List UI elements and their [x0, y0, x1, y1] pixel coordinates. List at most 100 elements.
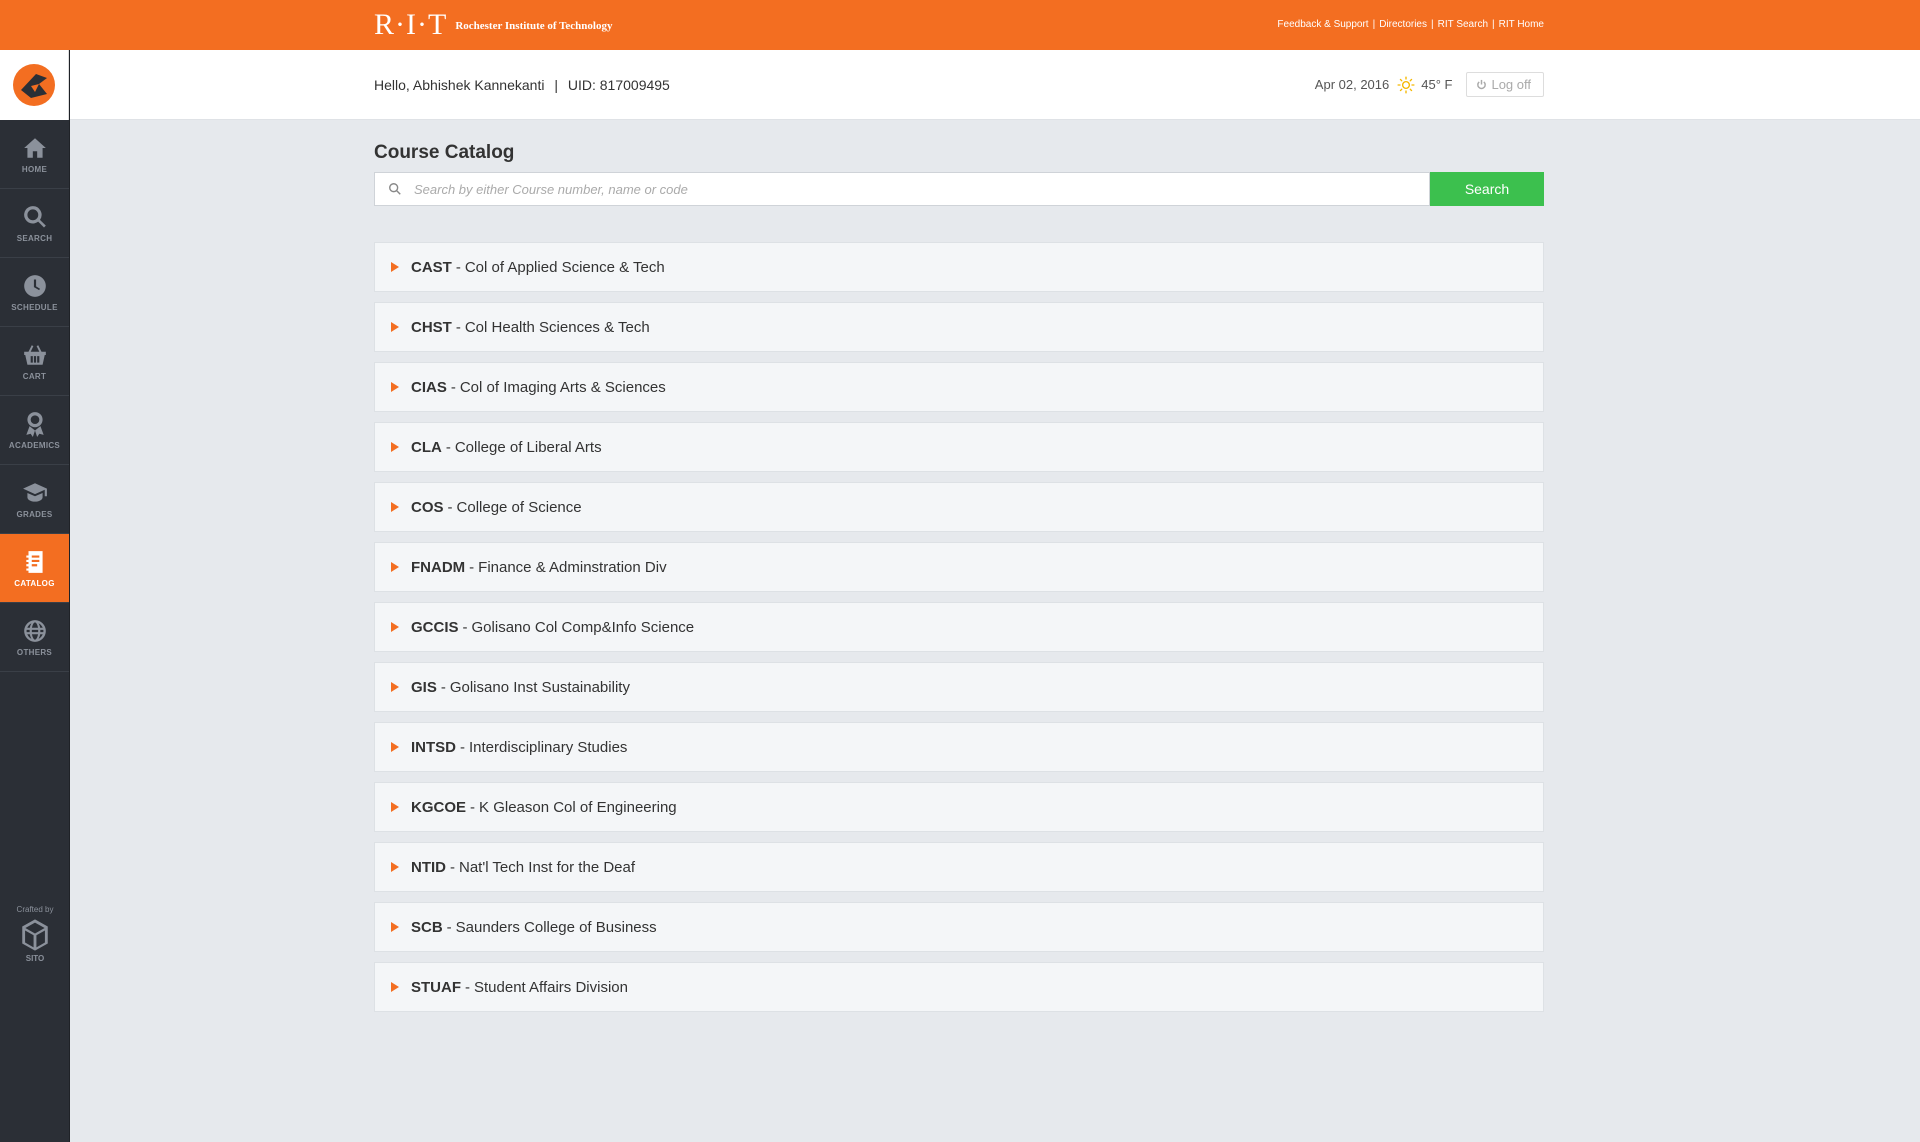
- college-item[interactable]: SCB - Saunders College of Business: [374, 902, 1544, 952]
- expand-caret-icon: [391, 502, 399, 512]
- college-item[interactable]: STUAF - Student Affairs Division: [374, 962, 1544, 1012]
- college-code: GCCIS: [411, 618, 459, 636]
- catalog-search: Search: [374, 172, 1544, 206]
- expand-caret-icon: [391, 922, 399, 932]
- greeting-separator: |: [554, 77, 558, 93]
- sidebar-item-grades[interactable]: GRADES: [0, 465, 69, 534]
- brand-mark: R·I·T: [374, 8, 448, 41]
- crafted-by-name: SITO: [25, 954, 45, 963]
- sidebar-item-label: GRADES: [16, 509, 53, 519]
- sidebar-item-label: OTHERS: [16, 647, 53, 657]
- sidebar-item-others[interactable]: OTHERS: [0, 603, 69, 672]
- app-logo-icon: [13, 64, 55, 106]
- sidebar: HOME SEARCH SCHEDULE CART ACADEMICS GRAD…: [0, 50, 70, 1142]
- sidebar-item-label: ACADEMICS: [8, 440, 61, 450]
- college-name: Nat'l Tech Inst for the Deaf: [459, 858, 636, 876]
- current-date: Apr 02, 2016: [1314, 77, 1390, 92]
- feedback-support-link[interactable]: Feedback & Support: [1277, 19, 1368, 30]
- sidebar-item-catalog[interactable]: CATALOG: [0, 534, 69, 603]
- graduation-cap-icon: [22, 482, 47, 502]
- college-code: COS: [411, 498, 444, 516]
- rit-search-link[interactable]: RIT Search: [1438, 19, 1488, 30]
- sidebar-item-home[interactable]: HOME: [0, 120, 69, 189]
- college-item[interactable]: CAST - Col of Applied Science & Tech: [374, 242, 1544, 292]
- expand-caret-icon: [391, 442, 399, 452]
- expand-caret-icon: [391, 622, 399, 632]
- college-item[interactable]: CHST - Col Health Sciences & Tech: [374, 302, 1544, 352]
- top-links: Feedback & Support | Directories | RIT S…: [1277, 19, 1544, 30]
- sidebar-item-label: HOME: [21, 164, 48, 174]
- link-separator: |: [1372, 19, 1376, 30]
- college-name: Finance & Adminstration Div: [478, 558, 667, 576]
- college-dash: -: [465, 978, 470, 996]
- main-content: Course Catalog Search CAST - Col of Appl…: [374, 140, 1544, 1022]
- user-header: Hello, Abhishek Kannekanti | UID: 817009…: [70, 50, 1920, 120]
- expand-caret-icon: [391, 322, 399, 332]
- sidebar-item-schedule[interactable]: SCHEDULE: [0, 258, 69, 327]
- college-name: Golisano Inst Sustainability: [449, 678, 630, 696]
- college-dash: -: [450, 858, 455, 876]
- college-item[interactable]: KGCOE - K Gleason Col of Engineering: [374, 782, 1544, 832]
- college-code: FNADM: [411, 558, 466, 576]
- user-greeting: Hello, Abhishek Kannekanti | UID: 817009…: [374, 77, 670, 93]
- college-dash: -: [445, 438, 451, 456]
- college-item[interactable]: COS - College of Science: [374, 482, 1544, 532]
- college-item[interactable]: CIAS - Col of Imaging Arts & Sciences: [374, 362, 1544, 412]
- college-code: GIS: [411, 678, 437, 696]
- college-code: KGCOE: [411, 798, 467, 816]
- expand-caret-icon: [391, 562, 399, 572]
- college-item[interactable]: GCCIS - Golisano Col Comp&Info Science: [374, 602, 1544, 652]
- sidebar-item-cart[interactable]: CART: [0, 327, 69, 396]
- sidebar-item-search[interactable]: SEARCH: [0, 189, 69, 258]
- app-logo[interactable]: [0, 50, 69, 120]
- college-code: NTID: [411, 858, 446, 876]
- globe-icon: [23, 619, 46, 642]
- college-name: Col Health Sciences & Tech: [464, 318, 650, 336]
- search-box[interactable]: [374, 172, 1430, 206]
- college-item[interactable]: GIS - Golisano Inst Sustainability: [374, 662, 1544, 712]
- search-button[interactable]: Search: [1430, 172, 1544, 206]
- award-icon: [25, 411, 44, 437]
- temperature: 45° F: [1421, 77, 1453, 92]
- power-icon: [1477, 79, 1487, 90]
- clock-icon: [23, 274, 46, 297]
- expand-caret-icon: [391, 982, 399, 992]
- college-name: Interdisciplinary Studies: [469, 738, 628, 756]
- link-separator: |: [1492, 19, 1495, 30]
- top-bar: R·I·T Rochester Institute of Technology …: [0, 0, 1920, 50]
- page-title: Course Catalog: [374, 142, 515, 163]
- college-code: INTSD: [411, 738, 456, 756]
- brand-name: Rochester Institute of Technology: [455, 20, 613, 32]
- notebook-icon: [25, 550, 43, 573]
- college-dash: -: [450, 378, 456, 396]
- expand-caret-icon: [391, 862, 399, 872]
- sidebar-item-academics[interactable]: ACADEMICS: [0, 396, 69, 465]
- logoff-button[interactable]: Log off: [1466, 72, 1544, 97]
- college-code: CLA: [411, 438, 442, 456]
- college-item[interactable]: INTSD - Interdisciplinary Studies: [374, 722, 1544, 772]
- college-dash: -: [462, 618, 468, 636]
- sun-icon: [1397, 75, 1415, 94]
- college-code: CAST: [411, 258, 452, 276]
- college-code: STUAF: [411, 978, 461, 996]
- sito-cube-icon: [22, 919, 48, 951]
- college-item[interactable]: NTID - Nat'l Tech Inst for the Deaf: [374, 842, 1544, 892]
- greeting-text: Hello, Abhishek Kannekanti: [374, 77, 545, 93]
- search-input[interactable]: [414, 181, 1429, 197]
- college-name: College of Science: [456, 498, 582, 516]
- directories-link[interactable]: Directories: [1379, 19, 1427, 30]
- link-separator: |: [1431, 19, 1434, 30]
- rit-logo[interactable]: R·I·T Rochester Institute of Technology: [374, 8, 612, 42]
- college-item[interactable]: FNADM - Finance & Adminstration Div: [374, 542, 1544, 592]
- crafted-by[interactable]: Crafted by SITO: [0, 905, 70, 963]
- search-icon: [23, 205, 46, 228]
- college-name: Col of Imaging Arts & Sciences: [459, 378, 666, 396]
- crafted-by-label: Crafted by: [16, 905, 54, 914]
- college-dash: -: [469, 558, 475, 576]
- header-status: Apr 02, 2016 45° F Log off: [1315, 72, 1544, 97]
- sidebar-item-label: SEARCH: [16, 233, 53, 243]
- basket-icon: [23, 344, 46, 365]
- college-item[interactable]: CLA - College of Liberal Arts: [374, 422, 1544, 472]
- college-dash: -: [440, 678, 446, 696]
- rit-home-link[interactable]: RIT Home: [1499, 19, 1544, 30]
